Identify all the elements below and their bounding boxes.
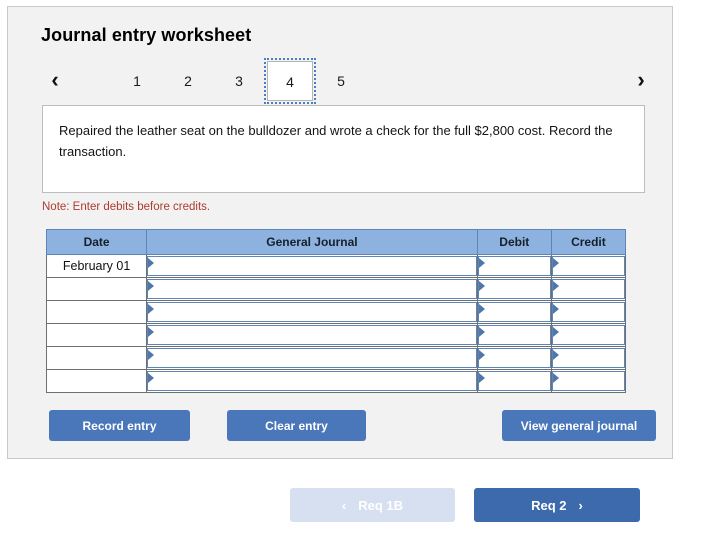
- column-header-credit: Credit: [550, 229, 627, 255]
- date-cell-row-2[interactable]: [45, 277, 148, 301]
- tab-2[interactable]: 2: [165, 61, 211, 101]
- tab-3[interactable]: 3: [216, 61, 262, 101]
- debit-cell-row-6: [476, 369, 552, 393]
- credit-input-row-4[interactable]: [551, 325, 625, 345]
- req-prev-label: Req 1B: [358, 497, 404, 513]
- date-cell-row-1[interactable]: February 01: [45, 254, 148, 278]
- general-journal-input-row-6[interactable]: [147, 371, 477, 391]
- credit-cell-row-6: [550, 369, 627, 393]
- debit-input-row-5[interactable]: [477, 348, 551, 368]
- general-journal-cell-row-2: [146, 277, 478, 301]
- column-header-debit: Debit: [476, 229, 552, 255]
- table-row: [45, 300, 627, 324]
- debit-cell-row-3: [476, 300, 552, 324]
- view-general-journal-button[interactable]: View general journal: [502, 410, 656, 441]
- table-row: [45, 369, 627, 393]
- date-cell-row-3[interactable]: [45, 300, 148, 324]
- general-journal-input-row-5[interactable]: [147, 348, 477, 368]
- req-prev-button[interactable]: ‹ Req 1B: [290, 488, 455, 522]
- table-row: [45, 346, 627, 370]
- credit-input-row-6[interactable]: [551, 371, 625, 391]
- page-title: Journal entry worksheet: [41, 25, 252, 45]
- date-cell-row-6[interactable]: [45, 369, 148, 393]
- debit-input-row-6[interactable]: [477, 371, 551, 391]
- general-journal-cell-row-3: [146, 300, 478, 324]
- credit-input-row-1[interactable]: [551, 256, 625, 276]
- debit-cell-row-1: [476, 254, 552, 278]
- note-text: Note: Enter debits before credits.: [42, 201, 211, 213]
- credit-cell-row-3: [550, 300, 627, 324]
- requirement-navigation: ‹ Req 1B Req 2 ›: [0, 488, 712, 524]
- credit-cell-row-4: [550, 323, 627, 347]
- debit-input-row-2[interactable]: [477, 279, 551, 299]
- table-header-row: Date General Journal Debit Credit: [45, 229, 627, 255]
- chevron-right-icon: ›: [578, 497, 583, 513]
- general-journal-cell-row-5: [146, 346, 478, 370]
- column-header-general-journal: General Journal: [146, 229, 478, 255]
- chevron-right-icon[interactable]: ›: [628, 65, 654, 95]
- debit-cell-row-4: [476, 323, 552, 347]
- credit-input-row-2[interactable]: [551, 279, 625, 299]
- worksheet-tab-strip: ‹ 1 2 3 4 5 ›: [34, 58, 654, 104]
- general-journal-cell-row-4: [146, 323, 478, 347]
- table-row: February 01: [45, 254, 627, 278]
- tab-4[interactable]: 4: [264, 58, 316, 104]
- journal-entry-worksheet-panel: Journal entry worksheet ‹ 1 2 3 4 5 › Re…: [7, 6, 673, 459]
- credit-input-row-3[interactable]: [551, 302, 625, 322]
- date-cell-row-4[interactable]: [45, 323, 148, 347]
- general-journal-input-row-4[interactable]: [147, 325, 477, 345]
- general-journal-input-row-1[interactable]: [147, 256, 477, 276]
- instruction-box: Repaired the leather seat on the bulldoz…: [42, 105, 645, 193]
- credit-input-row-5[interactable]: [551, 348, 625, 368]
- general-journal-input-row-2[interactable]: [147, 279, 477, 299]
- credit-cell-row-1: [550, 254, 627, 278]
- column-header-date: Date: [45, 229, 148, 255]
- chevron-left-icon[interactable]: ‹: [42, 65, 68, 95]
- debit-cell-row-2: [476, 277, 552, 301]
- record-entry-button[interactable]: Record entry: [49, 410, 190, 441]
- debit-input-row-3[interactable]: [477, 302, 551, 322]
- debit-input-row-1[interactable]: [477, 256, 551, 276]
- credit-cell-row-5: [550, 346, 627, 370]
- req-next-label: Req 2: [531, 497, 567, 513]
- table-row: [45, 277, 627, 301]
- req-next-button[interactable]: Req 2 ›: [474, 488, 640, 522]
- credit-cell-row-2: [550, 277, 627, 301]
- general-journal-input-row-3[interactable]: [147, 302, 477, 322]
- instruction-text: Repaired the leather seat on the bulldoz…: [59, 123, 613, 159]
- chevron-left-icon: ‹: [341, 497, 347, 513]
- journal-entry-table: Date General Journal Debit Credit Februa…: [45, 229, 627, 393]
- tab-5[interactable]: 5: [318, 61, 364, 101]
- clear-entry-button[interactable]: Clear entry: [227, 410, 366, 441]
- debit-input-row-4[interactable]: [477, 325, 551, 345]
- debit-cell-row-5: [476, 346, 552, 370]
- date-cell-row-5[interactable]: [45, 346, 148, 370]
- general-journal-cell-row-6: [146, 369, 478, 393]
- general-journal-cell-row-1: [146, 254, 478, 278]
- tab-1[interactable]: 1: [114, 61, 160, 101]
- table-row: [45, 323, 627, 347]
